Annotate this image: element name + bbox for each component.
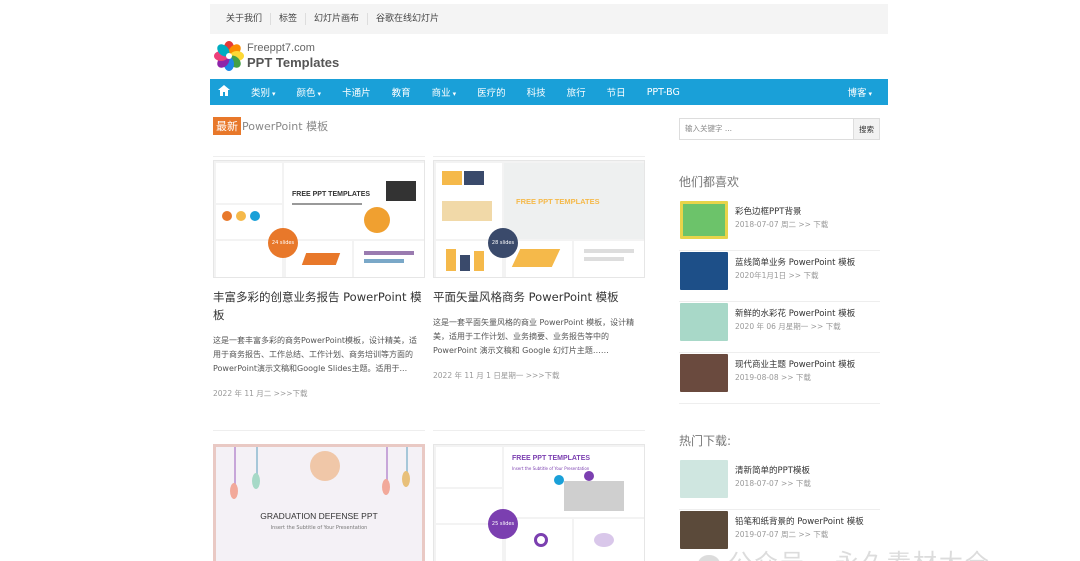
sidebar-item-title[interactable]: 蓝线简单业务 PowerPoint 模板 bbox=[735, 256, 855, 268]
sidebar-thumbnail bbox=[680, 460, 728, 498]
nav-item-ppt-bg[interactable]: PPT-BG bbox=[647, 87, 680, 98]
sidebar-item-title[interactable]: 现代商业主题 PowerPoint 模板 bbox=[735, 358, 855, 370]
sidebar-item-meta: 2018-07-07 >> 下载 bbox=[735, 479, 811, 488]
sidebar-item-title[interactable]: 新鲜的水彩花 PowerPoint 模板 bbox=[735, 307, 855, 319]
nav-item-categories[interactable]: 类别 ▾ bbox=[251, 85, 276, 99]
sidebar-thumbnail bbox=[680, 252, 728, 290]
sidebar-thumbnail bbox=[680, 303, 728, 341]
nav-item-blog[interactable]: 博客 ▾ bbox=[847, 85, 872, 99]
thumb-heading: GRADUATION DEFENSE PPT bbox=[260, 511, 378, 521]
section-heading: PowerPoint 模板 bbox=[242, 120, 329, 133]
template-card: GRADUATION DEFENSE PPT Insert the Subtit… bbox=[213, 430, 425, 561]
thumb-heading: FREE PPT TEMPLATES bbox=[292, 191, 371, 198]
sidebar-thumbnail bbox=[680, 354, 728, 392]
nav-item-colors[interactable]: 颜色 ▾ bbox=[297, 85, 322, 99]
sidebar-item-meta: 2018-07-07 周二 >> 下载 bbox=[735, 220, 829, 229]
card-description: 这是一套平面矢量风格的商业 PowerPoint 模板，设计精美，适用于工作计划… bbox=[433, 318, 635, 355]
template-card: FREE PPT TEMPLATES Insert the Subtitle o… bbox=[433, 430, 645, 561]
search-input[interactable]: 输入关键字 ... bbox=[679, 118, 854, 140]
top-link-tags[interactable]: 标签 bbox=[271, 13, 307, 25]
top-links-bar: 关于我们 标签 幻灯片画布 谷歌在线幻灯片 bbox=[210, 4, 888, 34]
flower-logo-icon bbox=[213, 40, 245, 72]
top-link-google-slides[interactable]: 谷歌在线幻灯片 bbox=[368, 13, 447, 25]
logo-center bbox=[226, 53, 232, 59]
card-title[interactable]: 丰富多彩的创意业务报告 PowerPoint 模板 bbox=[213, 288, 425, 324]
sidebar-item-meta: 2019-08-08 >> 下载 bbox=[735, 373, 811, 382]
sidebar-hot-heading: 热门下载: bbox=[679, 434, 732, 448]
nav-item-travel[interactable]: 旅行 bbox=[567, 85, 586, 99]
nav-item-technology[interactable]: 科技 bbox=[527, 85, 546, 99]
divider bbox=[213, 430, 425, 431]
search-box: 输入关键字 ... 搜索 bbox=[679, 118, 880, 140]
divider bbox=[433, 156, 645, 157]
sidebar-liked-item[interactable]: 彩色边框PPT背景 2018-07-07 周二 >> 下载 bbox=[679, 200, 880, 251]
card-title[interactable]: 平面矢量风格商务 PowerPoint 模板 bbox=[433, 288, 645, 306]
slides-count-badge: 28 slides bbox=[488, 228, 518, 258]
site-logo[interactable]: Freeppt7.com PPT Templates bbox=[213, 40, 353, 72]
logo-domain: Freeppt7.com bbox=[247, 42, 315, 54]
thumb-heading: FREE PPT TEMPLATES bbox=[512, 455, 591, 462]
sidebar-item-meta: 2020 年 06 月星期一 >> 下载 bbox=[735, 322, 841, 331]
logo-tagline: PPT Templates bbox=[247, 55, 340, 70]
slides-count-badge: 25 slides bbox=[488, 509, 518, 539]
template-card: FREE PPT TEMPLATES 28 slides 平面矢量风格商务 Po… bbox=[433, 156, 645, 381]
sidebar-item-title[interactable]: 清新简单的PPT模板 bbox=[735, 464, 810, 476]
template-thumbnail[interactable]: GRADUATION DEFENSE PPT Insert the Subtit… bbox=[213, 444, 425, 561]
top-link-about[interactable]: 关于我们 bbox=[218, 13, 272, 25]
template-thumbnail[interactable]: FREE PPT TEMPLATES 28 slides bbox=[433, 160, 645, 278]
divider bbox=[433, 430, 645, 431]
top-link-slide-canvas[interactable]: 幻灯片画布 bbox=[306, 13, 369, 25]
divider bbox=[213, 156, 425, 157]
sidebar-liked-heading: 他们都喜欢 bbox=[679, 175, 740, 189]
watermark: 公众号 · 永久素材大全 bbox=[698, 543, 991, 561]
thumb-heading: FREE PPT TEMPLATES bbox=[516, 197, 600, 206]
main-nav: 类别 ▾ 颜色 ▾ 卡通片 教育 商业 ▾ 医疗的 科技 旅行 节日 PPT-BG 博… bbox=[210, 79, 888, 105]
thumb-subtitle: Insert the Subtitle of Your Presentation bbox=[512, 466, 590, 471]
template-thumbnail[interactable]: FREE PPT TEMPLATES Insert the Subtitle o… bbox=[433, 444, 645, 561]
thumb-subtitle: Insert the Subtitle of Your Presentation bbox=[270, 525, 368, 531]
sidebar-item-title[interactable]: 彩色边框PPT背景 bbox=[735, 205, 801, 217]
sidebar-item-title[interactable]: 铅笔和纸背景的 PowerPoint 模板 bbox=[735, 515, 864, 527]
sidebar-item-meta: 2020年1月1日 >> 下载 bbox=[735, 271, 819, 280]
home-icon[interactable] bbox=[218, 85, 230, 99]
nav-item-cartoon[interactable]: 卡通片 bbox=[342, 85, 371, 99]
sidebar-liked-item[interactable]: 蓝线简单业务 PowerPoint 模板 2020年1月1日 >> 下载 bbox=[679, 251, 880, 302]
sidebar-item-meta: 2019-07-07 周二 >> 下载 bbox=[735, 530, 829, 539]
card-meta[interactable]: 2022 年 11 月 1 日星期一 >>>下载 bbox=[433, 370, 645, 381]
chevron-down-icon: ▾ bbox=[317, 90, 322, 98]
nav-item-business[interactable]: 商业 ▾ bbox=[432, 85, 457, 99]
nav-item-festival[interactable]: 节日 bbox=[607, 85, 626, 99]
section-title: 最新 PowerPoint 模板 bbox=[213, 117, 328, 135]
chevron-down-icon: ▾ bbox=[868, 90, 872, 98]
sidebar-hot-item[interactable]: 清新简单的PPT模板 2018-07-07 >> 下载 bbox=[679, 459, 880, 510]
card-meta[interactable]: 2022 年 11 月二 >>>下载 bbox=[213, 388, 425, 399]
nav-item-education[interactable]: 教育 bbox=[392, 85, 411, 99]
search-button[interactable]: 搜索 bbox=[854, 118, 880, 140]
template-thumbnail[interactable]: FREE PPT TEMPLATES 24 slides bbox=[213, 160, 425, 278]
sidebar-thumbnail bbox=[680, 201, 728, 239]
slides-count-badge: 24 slides bbox=[268, 228, 298, 258]
sidebar-liked-item[interactable]: 新鲜的水彩花 PowerPoint 模板 2020 年 06 月星期一 >> 下… bbox=[679, 302, 880, 353]
page: 关于我们 标签 幻灯片画布 谷歌在线幻灯片 Freeppt7.com PPT T… bbox=[205, 0, 893, 561]
chat-icon bbox=[698, 555, 720, 561]
chevron-down-icon: ▾ bbox=[452, 90, 457, 98]
template-card: FREE PPT TEMPLATES 24 slides 丰富多彩的创意业务报告… bbox=[213, 156, 425, 399]
nav-item-medical[interactable]: 医疗的 bbox=[477, 85, 506, 99]
chevron-down-icon: ▾ bbox=[272, 90, 276, 98]
card-description: 这是一套丰富多彩的商务PowerPoint模板，设计精美，适用于商务报告、工作总… bbox=[213, 336, 418, 373]
new-badge: 最新 bbox=[213, 117, 241, 135]
sidebar-liked-item[interactable]: 现代商业主题 PowerPoint 模板 2019-08-08 >> 下载 bbox=[679, 353, 880, 404]
